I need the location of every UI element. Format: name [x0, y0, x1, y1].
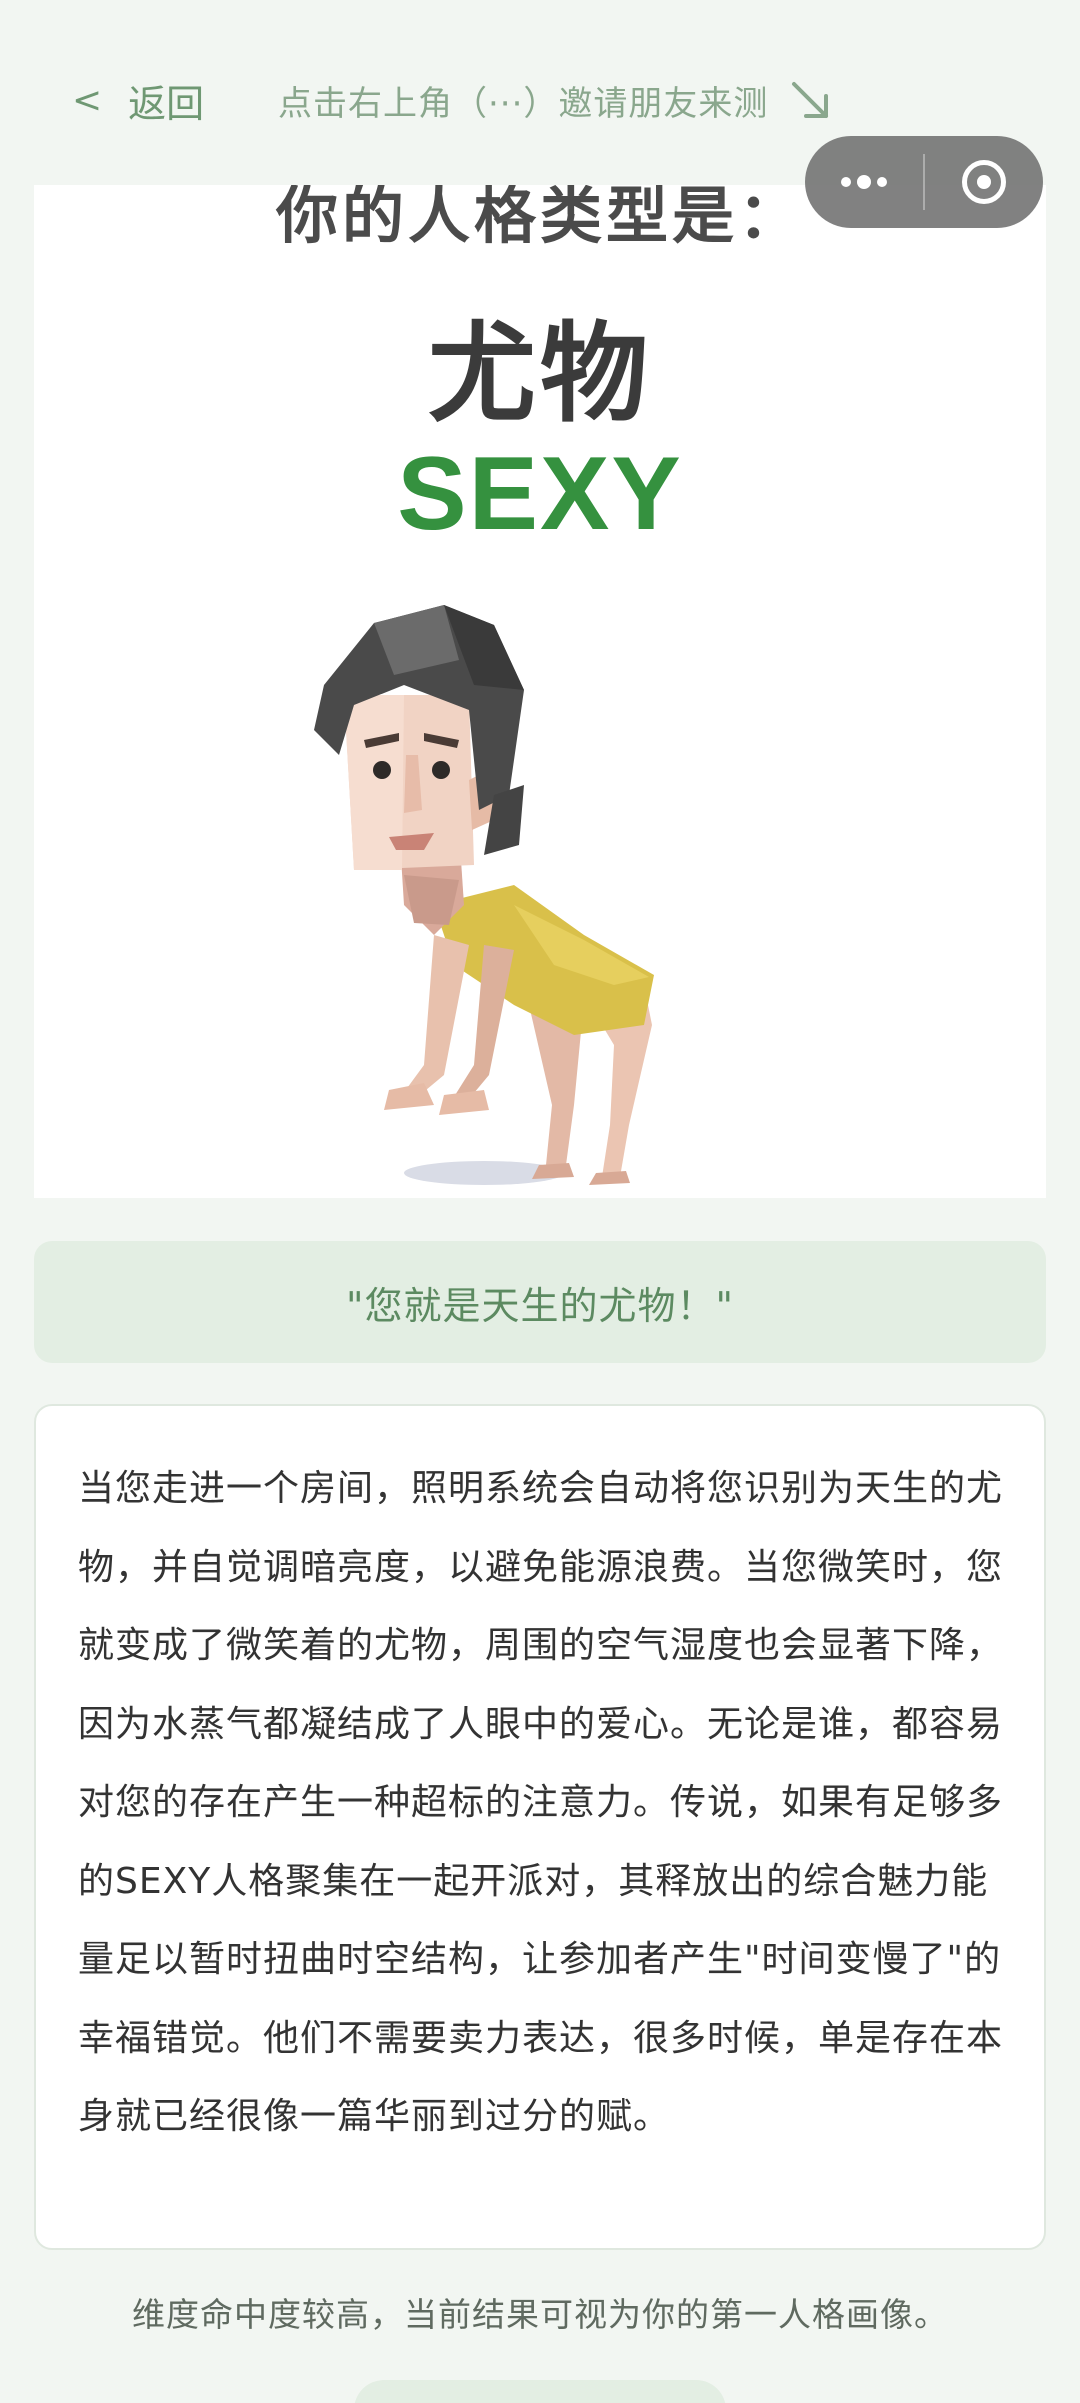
more-button[interactable]: [805, 136, 923, 228]
bottom-action-button[interactable]: [354, 2380, 726, 2403]
footer-note: 维度命中度较高，当前结果可视为你的第一人格画像。: [132, 2295, 948, 2334]
chevron-left-icon: <: [72, 79, 103, 121]
invite-hint-text: 点击右上角（···）邀请朋友来测: [278, 83, 769, 124]
mini-program-capsule: [805, 136, 1043, 228]
description-card: 当您走进一个房间，照明系统会自动将您识别为天生的尤物，并自觉调暗亮度，以避免能源…: [34, 1404, 1046, 2250]
arrow-down-right-icon: [792, 82, 829, 118]
back-button[interactable]: < 返回: [72, 70, 204, 130]
close-button[interactable]: [925, 136, 1043, 228]
description-text: 当您走进一个房间，照明系统会自动将您识别为天生的尤物，并自觉调暗亮度，以避免能源…: [78, 1468, 1004, 2137]
back-label: 返回: [128, 81, 205, 126]
more-dots-icon: [841, 175, 887, 189]
character-illustration: [314, 605, 654, 1185]
invite-hint: 点击右上角（···）邀请朋友来测: [278, 70, 832, 130]
page: < 返回 点击右上角（···）邀请朋友来测 你的人格类型是： 尤物 SEXY "…: [0, 0, 1080, 2403]
result-type-cn: 尤物: [427, 312, 652, 437]
target-circle-icon: [962, 160, 1006, 204]
result-image: 你的人格类型是： 尤物 SEXY: [34, 185, 1046, 1198]
result-type-en: SEXY: [397, 436, 683, 552]
result-quote: "您就是天生的尤物！": [34, 1241, 1046, 1363]
